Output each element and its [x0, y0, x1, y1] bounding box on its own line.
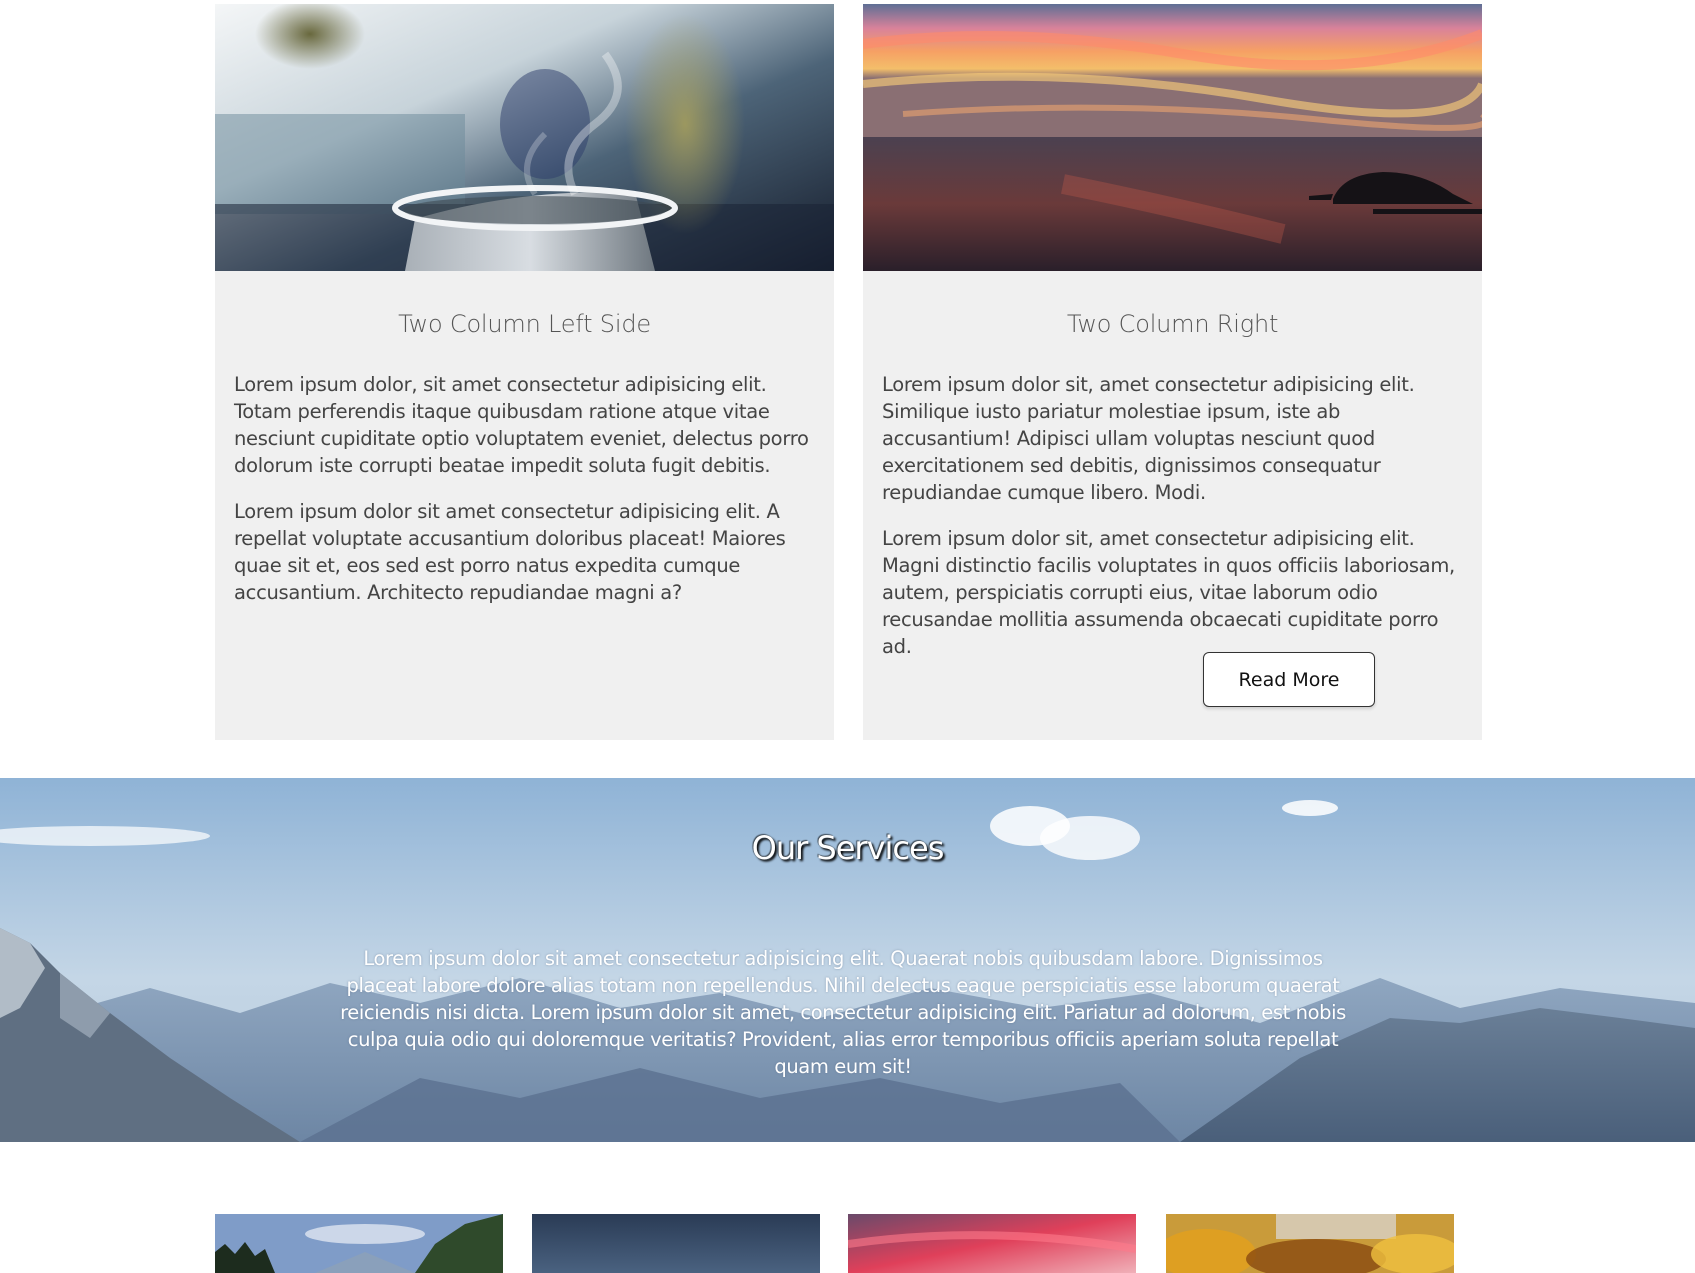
- right-card-title: Two Column Right: [1066, 310, 1279, 338]
- forest-mountain-image: [215, 1214, 503, 1273]
- pink-clouds-image: [848, 1214, 1136, 1273]
- dark-sky-image: [532, 1214, 820, 1273]
- sunset-sea-image: [863, 4, 1482, 271]
- steaming-cup-image: [215, 4, 834, 271]
- left-card-title: Two Column Left Side: [398, 310, 651, 338]
- right-card-paragraph: Lorem ipsum dolor sit, amet consectetur …: [882, 373, 1415, 504]
- left-card-paragraph: Lorem ipsum dolor sit amet consectetur a…: [234, 500, 786, 604]
- services-description: Lorem ipsum dolor sit amet consectetur a…: [340, 947, 1346, 1078]
- services-title: Our Services: [751, 829, 945, 867]
- left-card-body: Lorem ipsum dolor, sit amet consectetur …: [234, 371, 818, 625]
- our-services-section: Our Services Lorem ipsum dolor sit amet …: [0, 778, 1695, 1142]
- autumn-leaves-image: [1166, 1214, 1454, 1273]
- right-card-paragraph: Lorem ipsum dolor sit, amet consectetur …: [882, 527, 1455, 658]
- two-column-left-card: Two Column Left Side Lorem ipsum dolor, …: [215, 4, 834, 740]
- right-card-body: Lorem ipsum dolor sit, amet consectetur …: [882, 371, 1466, 679]
- read-more-button[interactable]: Read More: [1203, 652, 1375, 707]
- two-column-right-card: Two Column Right Lorem ipsum dolor sit, …: [863, 4, 1482, 740]
- left-card-paragraph: Lorem ipsum dolor, sit amet consectetur …: [234, 373, 809, 477]
